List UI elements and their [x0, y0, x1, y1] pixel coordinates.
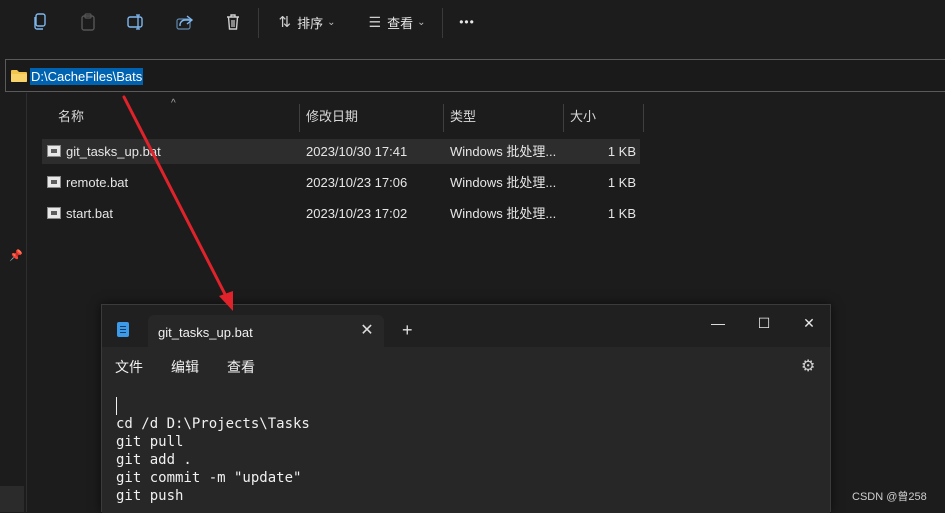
file-modified: 2023/10/23 17:02 [306, 206, 408, 221]
code-line: cd /d D:\Projects\Tasks [116, 416, 310, 432]
notepad-tab[interactable]: git_tasks_up.bat ✕ [148, 315, 384, 348]
explorer-toolbar: ⇅ 排序 ⌄ ☰ 查看 ⌄ ••• [0, 0, 945, 46]
sort-label: 排序 [297, 15, 324, 31]
rename-icon[interactable] [124, 8, 148, 36]
new-tab-button[interactable]: + [402, 321, 413, 339]
file-row[interactable]: remote.bat 2023/10/23 17:06 Windows 批处理.… [42, 170, 640, 195]
file-name: start.bat [66, 206, 113, 221]
address-path[interactable]: D:\CacheFiles\Bats [30, 68, 144, 85]
file-name: git_tasks_up.bat [66, 144, 161, 159]
notepad-window: git_tasks_up.bat ✕ + — ☐ ✕ 文件 编辑 查看 ⚙ cd… [101, 304, 832, 513]
chevron-down-icon: ⌄ [327, 16, 336, 28]
sort-icon: ⇅ [278, 14, 292, 31]
notepad-menubar: 文件 编辑 查看 ⚙ [102, 347, 830, 383]
file-size: 1 KB [607, 206, 636, 221]
navigation-pane: 📌 [0, 93, 27, 512]
menu-edit[interactable]: 编辑 [171, 357, 199, 377]
column-headers: ^ 名称 修改日期 类型 大小 [42, 98, 644, 136]
address-bar[interactable]: D:\CacheFiles\Bats [5, 59, 945, 92]
bat-file-icon [47, 145, 61, 157]
maximize-button[interactable]: ☐ [741, 309, 787, 337]
pin-icon[interactable]: 📌 [9, 249, 23, 262]
copy-icon[interactable] [28, 8, 52, 36]
notepad-editor[interactable]: cd /d D:\Projects\Tasks git pull git add… [102, 383, 830, 513]
file-size: 1 KB [607, 144, 636, 159]
sort-button[interactable]: ⇅ 排序 ⌄ [272, 8, 342, 36]
file-type: Windows 批处理... [450, 175, 557, 190]
file-row[interactable]: git_tasks_up.bat 2023/10/30 17:41 Window… [42, 139, 640, 164]
paste-icon[interactable] [76, 8, 100, 36]
bat-file-icon [47, 176, 61, 188]
chevron-down-icon: ⌄ [417, 16, 426, 28]
file-row[interactable]: start.bat 2023/10/23 17:02 Windows 批处理..… [42, 201, 640, 226]
code-line: git pull [116, 434, 184, 450]
code-line: git push [116, 488, 184, 504]
file-size: 1 KB [607, 175, 636, 190]
column-header-type[interactable]: 类型 [443, 100, 563, 134]
minimize-button[interactable]: — [695, 309, 741, 337]
tab-title: git_tasks_up.bat [158, 325, 253, 340]
menu-file[interactable]: 文件 [115, 357, 143, 377]
close-icon[interactable]: ✕ [359, 321, 375, 341]
gear-icon[interactable]: ⚙ [801, 356, 815, 376]
view-label: 查看 [387, 15, 414, 31]
nav-pane-scroll-area[interactable] [0, 486, 24, 512]
column-header-size[interactable]: 大小 [563, 100, 643, 134]
notepad-titlebar[interactable]: git_tasks_up.bat ✕ + — ☐ ✕ [102, 305, 832, 348]
more-options-button[interactable]: ••• [455, 8, 479, 36]
text-caret [116, 397, 117, 415]
close-button[interactable]: ✕ [786, 309, 832, 337]
delete-icon[interactable] [221, 8, 245, 36]
column-header-name[interactable]: 名称 [51, 100, 299, 134]
column-divider[interactable] [643, 104, 644, 132]
notepad-app-icon [117, 322, 129, 337]
toolbar-divider [258, 8, 259, 38]
folder-icon [10, 69, 28, 86]
menu-view[interactable]: 查看 [227, 357, 255, 377]
file-type: Windows 批处理... [450, 144, 557, 159]
column-header-modified[interactable]: 修改日期 [299, 100, 443, 134]
bat-file-icon [47, 207, 61, 219]
toolbar-divider [442, 8, 443, 38]
share-icon[interactable] [173, 8, 197, 36]
file-name: remote.bat [66, 175, 129, 190]
code-line: git commit -m "update" [116, 470, 302, 486]
file-modified: 2023/10/30 17:41 [306, 144, 408, 159]
file-type: Windows 批处理... [450, 206, 557, 221]
view-icon: ☰ [368, 13, 382, 30]
view-button[interactable]: ☰ 查看 ⌄ [364, 8, 430, 36]
watermark: CSDN @曾258 [852, 491, 927, 503]
code-line: git add . [116, 452, 192, 468]
file-modified: 2023/10/23 17:06 [306, 175, 408, 190]
